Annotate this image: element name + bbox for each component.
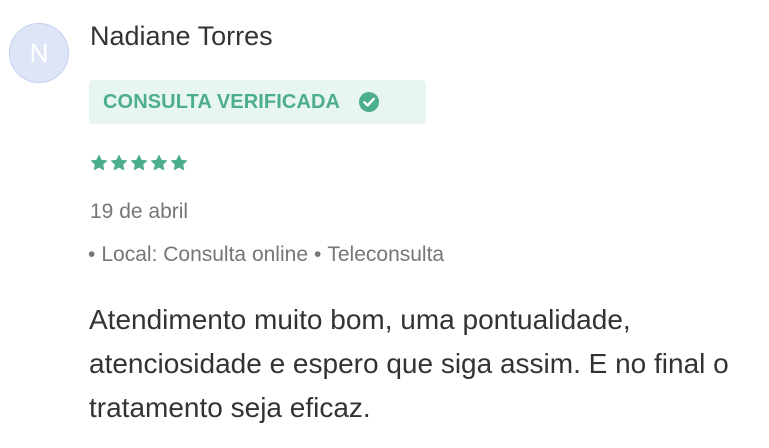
review-text: Atendimento muito bom, uma pontualidade,… <box>89 304 729 423</box>
star-icon <box>110 154 128 171</box>
avatar-initial: N <box>29 38 49 68</box>
review-card: N Nadiane Torres CONSULTA VERIFICADA 19 … <box>0 0 769 448</box>
visit-meta: • Local: Consulta online • Teleconsulta <box>88 242 444 268</box>
rating-stars <box>90 154 188 172</box>
star-icon <box>130 154 148 171</box>
check-circle-icon <box>358 91 380 113</box>
visit-type: Teleconsulta <box>327 243 445 266</box>
review-date: 19 de abril <box>90 200 189 223</box>
star-icon <box>170 154 188 171</box>
star-icon <box>150 154 168 171</box>
bullet-separator: • <box>314 243 322 266</box>
author-name[interactable]: Nadiane Torres <box>90 20 273 52</box>
bullet-separator: • <box>88 243 96 266</box>
verified-label: CONSULTA VERIFICADA <box>103 90 341 113</box>
visit-location: Local: Consulta online <box>101 243 308 266</box>
star-icon <box>90 154 108 171</box>
avatar: N <box>9 23 69 83</box>
verified-badge: CONSULTA VERIFICADA <box>89 80 426 124</box>
